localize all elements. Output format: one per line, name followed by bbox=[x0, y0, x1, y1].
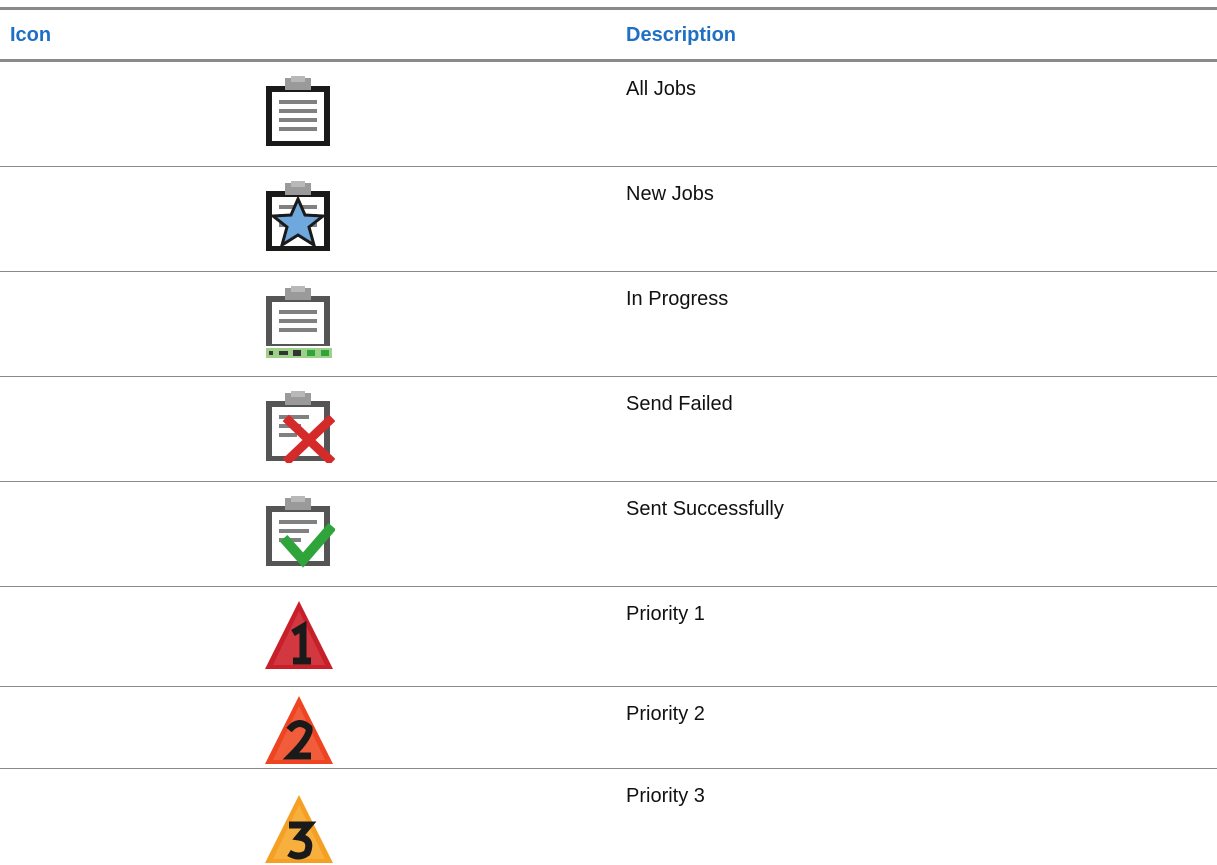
header-description: Description bbox=[626, 24, 737, 46]
send-failed-icon bbox=[263, 391, 335, 463]
row-description: New Jobs bbox=[626, 183, 714, 205]
row-description: Priority 1 bbox=[626, 603, 705, 625]
row-description: Priority 2 bbox=[626, 703, 705, 725]
in-progress-icon bbox=[263, 286, 335, 358]
all-jobs-icon bbox=[263, 76, 335, 148]
table-row: Priority 2 bbox=[0, 687, 1217, 769]
priority-1-icon bbox=[263, 599, 335, 671]
table-row: New Jobs bbox=[0, 167, 1217, 272]
row-description: Priority 3 bbox=[626, 785, 705, 807]
sent-successfully-icon bbox=[263, 496, 335, 568]
table-header: Icon Description bbox=[0, 10, 1217, 62]
table-row: In Progress bbox=[0, 272, 1217, 377]
header-icon: Icon bbox=[10, 24, 52, 46]
row-description: Sent Successfully bbox=[626, 498, 784, 520]
table-row: Send Failed bbox=[0, 377, 1217, 482]
priority-3-icon bbox=[263, 793, 335, 865]
row-description: All Jobs bbox=[626, 78, 697, 100]
row-description: Send Failed bbox=[626, 393, 733, 415]
table-row: Priority 3 bbox=[0, 769, 1217, 865]
table-row: Sent Successfully bbox=[0, 482, 1217, 587]
row-description: In Progress bbox=[626, 288, 729, 310]
priority-2-icon bbox=[263, 694, 335, 766]
table-row: Priority 1 bbox=[0, 587, 1217, 687]
new-jobs-icon bbox=[263, 181, 335, 253]
table-row: All Jobs bbox=[0, 62, 1217, 167]
